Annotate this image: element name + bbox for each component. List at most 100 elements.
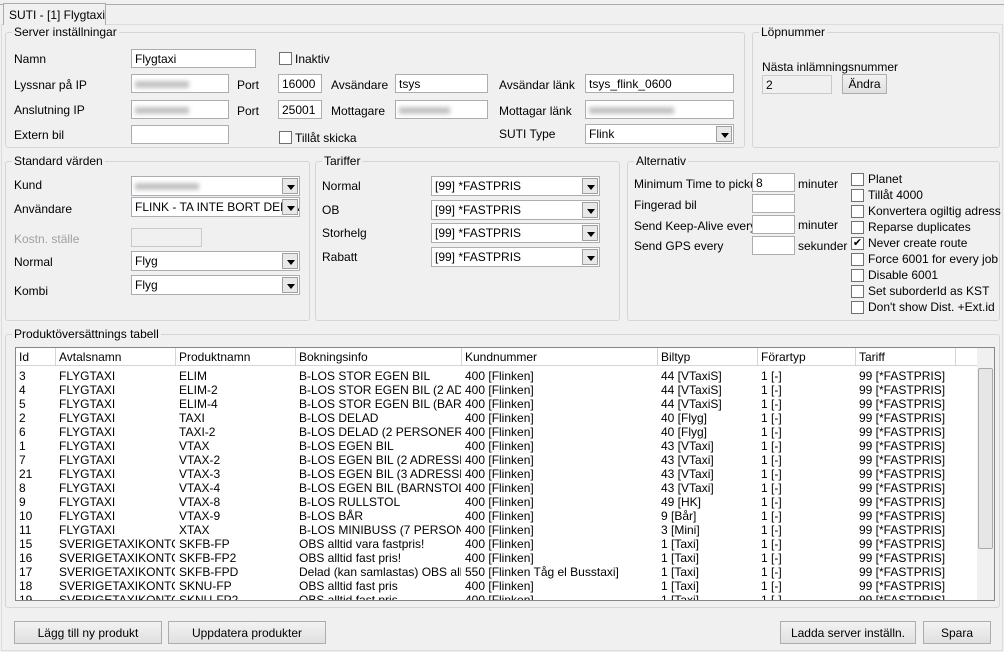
lyssnar-ip-input[interactable] — [131, 74, 229, 93]
table-cell: 9 — [19, 495, 26, 509]
column-header[interactable]: Avtalsnamn — [56, 348, 176, 366]
kombi-value: Flyg — [135, 278, 158, 292]
inaktiv-checkbox[interactable] — [279, 52, 292, 65]
anvandare-select[interactable]: FLINK - TA INTE BORT DENNA — [131, 197, 300, 217]
fingerad-input[interactable] — [752, 194, 795, 213]
option-checkbox[interactable] — [851, 253, 864, 266]
add-product-button[interactable]: Lägg till ny produkt — [14, 621, 162, 644]
kund-label: Kund — [14, 178, 43, 192]
avsandare-input[interactable]: tsys — [395, 74, 488, 93]
avsandar-lank-input[interactable]: tsys_flink_0600 — [585, 74, 734, 93]
tariff-select[interactable]: [99] *FASTPRIS — [431, 176, 600, 196]
inaktiv-label: Inaktiv — [295, 52, 330, 66]
table-row[interactable]: 4 FLYGTAXI ELIM-2 B-LOS STOR EGEN BIL (2 AD… — [16, 383, 976, 397]
option-checkbox[interactable] — [851, 189, 864, 202]
chevron-down-icon[interactable] — [582, 202, 598, 218]
option-checkbox[interactable] — [851, 269, 864, 282]
chevron-down-icon[interactable] — [582, 249, 598, 265]
table-row[interactable]: 17 SVERIGETAXIKONTO SKFB-FPD Delad (kan sam… — [16, 565, 976, 579]
table-row[interactable]: 19 SVERIGETAXIKONTO SKNU-FP2 OBS alltid fas… — [16, 593, 976, 601]
chevron-down-icon[interactable] — [716, 126, 732, 142]
chevron-down-icon[interactable] — [282, 178, 298, 194]
option-checkbox[interactable] — [851, 285, 864, 298]
chevron-down-icon[interactable] — [582, 178, 598, 194]
andra-button[interactable]: Ändra — [842, 74, 887, 94]
table-row[interactable]: 21 FLYGTAXI VTAX-3 B-LOS EGEN BIL (3 ADRESS… — [16, 467, 976, 481]
scrollbar-thumb[interactable] — [978, 368, 993, 549]
column-header[interactable]: Produktnamn — [176, 348, 296, 366]
column-header[interactable]: Tariff — [856, 348, 956, 366]
table-row[interactable]: 2 FLYGTAXI TAXI B-LOS DELAD 400 [Flinken] 40 … — [16, 411, 976, 425]
column-header[interactable]: Kundnummer — [462, 348, 658, 366]
produkt-table: Id Avtalsnamn Produktnamn Bokningsinfo Kundn… — [15, 347, 995, 601]
table-row[interactable]: 11 FLYGTAXI XTAX B-LOS MINIBUSS (7 PERSONER… — [16, 523, 976, 537]
vertical-scrollbar[interactable] — [977, 348, 994, 600]
column-header-filler — [956, 348, 978, 366]
table-row[interactable]: 5 FLYGTAXI ELIM-4 B-LOS STOR EGEN BIL (BARN… — [16, 397, 976, 411]
tariff-select[interactable]: [99] *FASTPRIS — [431, 200, 600, 220]
gps-input[interactable] — [752, 236, 795, 255]
save-button[interactable]: Spara — [923, 621, 991, 644]
chevron-down-icon[interactable] — [282, 253, 298, 269]
mottagare-input[interactable] — [395, 100, 488, 119]
table-row[interactable]: 18 SVERIGETAXIKONTO SKNU-FP OBS alltid fast… — [16, 579, 976, 593]
option-checkbox[interactable]: ✔ — [851, 237, 864, 250]
keepalive-input[interactable] — [752, 215, 795, 234]
chevron-down-icon[interactable] — [282, 199, 298, 215]
anslutning-ip-input[interactable] — [131, 100, 229, 119]
table-cell: 400 [Flinken] — [465, 495, 534, 509]
chevron-down-icon[interactable] — [282, 277, 298, 293]
tariff-select[interactable]: [99] *FASTPRIS — [431, 247, 600, 267]
table-cell: SVERIGETAXIKONTO — [59, 551, 175, 565]
table-row[interactable]: 1 FLYGTAXI VTAX B-LOS EGEN BIL 400 [Flinken]… — [16, 439, 976, 453]
namn-input[interactable]: Flygtaxi — [131, 49, 256, 68]
table-row[interactable]: 3 FLYGTAXI ELIM B-LOS STOR EGEN BIL 400 [Fli… — [16, 369, 976, 383]
option-checkbox[interactable] — [851, 205, 864, 218]
suti-type-select[interactable]: Flink — [585, 124, 734, 144]
option-checkbox[interactable] — [851, 301, 864, 314]
column-header[interactable]: Biltyp — [658, 348, 758, 366]
extern-bil-input[interactable] — [131, 125, 229, 144]
kund-select[interactable] — [131, 176, 300, 196]
table-cell: OBS alltid fast pris! — [299, 551, 402, 565]
chevron-down-icon[interactable] — [582, 225, 598, 241]
suti-type-value: Flink — [589, 127, 615, 141]
table-row[interactable]: 16 SVERIGETAXIKONTO SKFB-FP2 OBS alltid fas… — [16, 551, 976, 565]
table-row[interactable]: 8 FLYGTAXI VTAX-4 B-LOS EGEN BIL (BARNSTOL)… — [16, 481, 976, 495]
min-time-input[interactable]: 8 — [752, 173, 795, 192]
tariff-select[interactable]: [99] *FASTPRIS — [431, 223, 600, 243]
column-header[interactable]: Förartyp — [758, 348, 856, 366]
kostn-input — [131, 228, 202, 247]
kombi-select[interactable]: Flyg — [131, 275, 300, 295]
column-header[interactable]: Bokningsinfo — [296, 348, 462, 366]
option-label: Planet — [868, 172, 903, 186]
normal-value: Flyg — [135, 254, 158, 268]
table-cell: 3 — [19, 369, 26, 383]
table-cell: ELIM-4 — [179, 397, 218, 411]
port-input-1[interactable]: 16000 — [278, 74, 322, 93]
option-checkbox[interactable] — [851, 221, 864, 234]
table-cell: 99 [*FASTPRIS] — [859, 537, 946, 551]
nasta-input[interactable]: 2 — [762, 75, 832, 94]
table-row[interactable]: 7 FLYGTAXI VTAX-2 B-LOS EGEN BIL (2 ADRESSE… — [16, 453, 976, 467]
table-cell: SVERIGETAXIKONTO — [59, 593, 175, 601]
tab-suti-flygtaxi[interactable]: SUTI - [1] Flygtaxi — [3, 3, 106, 25]
option-checkbox[interactable] — [851, 173, 864, 186]
mottagar-lank-input[interactable] — [585, 100, 734, 119]
table-row[interactable]: 15 SVERIGETAXIKONTO SKFB-FP OBS alltid vara… — [16, 537, 976, 551]
tillat-skicka-checkbox[interactable] — [279, 131, 292, 144]
normal-label: Normal — [14, 255, 53, 269]
table-cell: 99 [*FASTPRIS] — [859, 509, 946, 523]
load-server-settings-button[interactable]: Ladda server inställn. — [780, 621, 916, 644]
table-cell: B-LOS EGEN BIL (2 ADRESSER) — [299, 453, 461, 467]
table-row[interactable]: 6 FLYGTAXI TAXI-2 B-LOS DELAD (2 PERSONER) 4… — [16, 425, 976, 439]
table-cell: FLYGTAXI — [59, 439, 116, 453]
table-row[interactable]: 10 FLYGTAXI VTAX-9 B-LOS BÅR 400 [Flinken] 9 … — [16, 509, 976, 523]
table-cell: 99 [*FASTPRIS] — [859, 467, 946, 481]
port-input-2[interactable]: 25001 — [278, 100, 322, 119]
normal-select[interactable]: Flyg — [131, 251, 300, 271]
table-cell: 99 [*FASTPRIS] — [859, 565, 946, 579]
column-header[interactable]: Id — [16, 348, 56, 366]
update-products-button[interactable]: Uppdatera produkter — [168, 621, 326, 644]
table-row[interactable]: 9 FLYGTAXI VTAX-8 B-LOS RULLSTOL 400 [Flinke… — [16, 495, 976, 509]
